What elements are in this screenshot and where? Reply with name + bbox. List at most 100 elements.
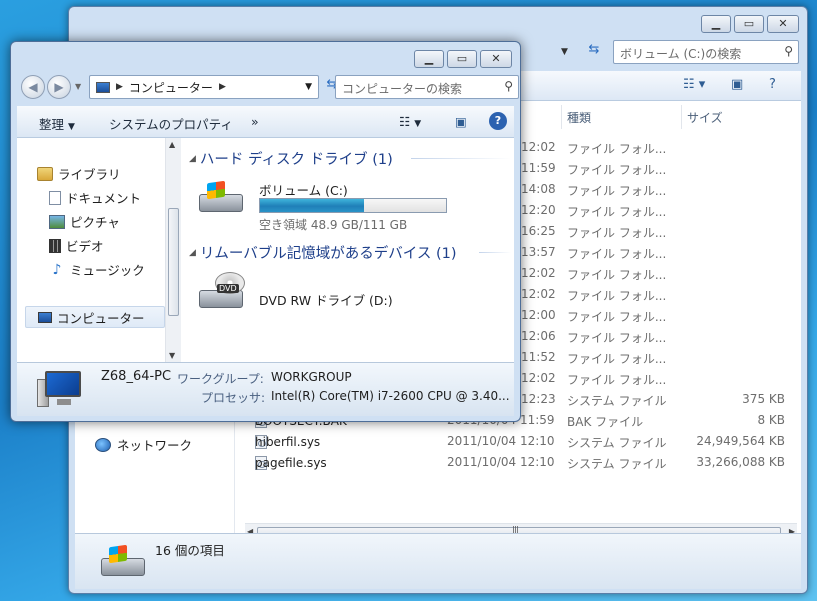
group-removable-storage[interactable]: ◢ リムーバブル記憶域があるデバイス (1) bbox=[189, 242, 457, 263]
computer-icon bbox=[96, 81, 110, 93]
nav-item-libraries[interactable]: ライブラリ bbox=[37, 164, 121, 183]
content-area: ライブラリ ドキュメント ピクチャ ビデオ ♪ ミュージック コンピューター ▲… bbox=[17, 138, 514, 362]
search-input[interactable]: コンピューターの検索 ⚲ bbox=[335, 75, 519, 99]
chevron-down-icon[interactable]: ▼ bbox=[305, 82, 312, 92]
window-controls: ▁ ▭ ✕ bbox=[414, 50, 512, 68]
file-row[interactable]: pagefile.sys 2011/10/04 12:10 システム ファイル 33,… bbox=[235, 452, 795, 473]
maximize-button[interactable]: ▭ bbox=[447, 50, 477, 68]
file-name: pagefile.sys bbox=[255, 456, 327, 470]
file-type: ファイル フォル... bbox=[567, 142, 667, 156]
file-date: 2011/10/04 12:10 bbox=[447, 455, 555, 469]
chevron-right-icon[interactable]: ▶ bbox=[219, 82, 226, 92]
group-title: リムーバブル記憶域があるデバイス (1) bbox=[199, 246, 457, 262]
search-placeholder: ボリューム (C:)の検索 bbox=[620, 47, 742, 61]
forward-button[interactable]: ▶ bbox=[47, 75, 71, 99]
file-type: システム ファイル bbox=[567, 457, 667, 471]
file-size: 8 KB bbox=[757, 413, 785, 427]
music-icon: ♪ bbox=[52, 261, 62, 278]
drive-free-space: 空き領域 48.9 GB/111 GB bbox=[259, 218, 408, 232]
file-date: 12:20 bbox=[521, 203, 556, 217]
nav-item-network[interactable]: ネットワーク bbox=[95, 435, 192, 454]
file-date: 13:57 bbox=[521, 245, 556, 259]
recent-pages-icon[interactable]: ▼ bbox=[75, 82, 81, 91]
maximize-button[interactable]: ▭ bbox=[734, 15, 764, 33]
file-date: 12:00 bbox=[521, 308, 556, 322]
computer-icon bbox=[38, 311, 52, 323]
address-bar[interactable]: ▶ コンピューター ▶ ▼ bbox=[89, 75, 319, 99]
chevron-down-icon: ▼ bbox=[68, 122, 75, 132]
group-hard-disk-drives[interactable]: ◢ ハード ディスク ドライブ (1) bbox=[189, 148, 393, 169]
column-separator[interactable] bbox=[681, 105, 682, 129]
scroll-down-icon[interactable]: ▼ bbox=[169, 351, 175, 360]
details-pane: 16 個の項目 bbox=[75, 533, 801, 589]
workgroup-value: WORKGROUP bbox=[271, 370, 352, 384]
minimize-button[interactable]: ▁ bbox=[701, 15, 731, 33]
group-title: ハード ディスク ドライブ (1) bbox=[199, 152, 393, 168]
breadcrumb-computer[interactable]: コンピューター bbox=[129, 79, 213, 96]
column-header-type[interactable]: 種類 bbox=[567, 109, 591, 126]
processor-label: プロセッサ: bbox=[201, 391, 266, 405]
file-date: 12:02 bbox=[521, 266, 556, 280]
address-dropdown-icon[interactable]: ▼ bbox=[561, 47, 568, 57]
windows-flag-icon bbox=[109, 544, 127, 564]
nav-item-label: ライブラリ bbox=[58, 167, 121, 182]
help-icon[interactable]: ? bbox=[489, 112, 507, 130]
back-window-controls: ▁ ▭ ✕ bbox=[701, 15, 799, 33]
back-button[interactable]: ◀ bbox=[21, 75, 45, 99]
column-separator[interactable] bbox=[561, 105, 562, 129]
file-type: BAK ファイル bbox=[567, 415, 644, 429]
nav-item-label: ネットワーク bbox=[117, 438, 193, 453]
organize-button[interactable]: 整理 ▼ bbox=[39, 114, 75, 133]
scroll-up-icon[interactable]: ▲ bbox=[169, 140, 175, 149]
more-commands-button[interactable]: » bbox=[251, 114, 259, 129]
network-icon bbox=[95, 437, 111, 452]
scrollbar-thumb[interactable] bbox=[168, 208, 179, 316]
close-icon: ✕ bbox=[491, 52, 501, 65]
system-properties-button[interactable]: システムのプロパティ bbox=[109, 114, 233, 133]
preview-pane-icon[interactable]: ▣ bbox=[455, 114, 467, 129]
videos-icon bbox=[49, 238, 61, 253]
preview-pane-icon[interactable]: ▣ bbox=[731, 77, 743, 92]
refresh-button[interactable]: ⇆ bbox=[583, 42, 605, 62]
file-type: ファイル フォル... bbox=[567, 163, 667, 177]
monitor-shape bbox=[45, 371, 81, 397]
minimize-button[interactable]: ▁ bbox=[414, 50, 444, 68]
file-type: ファイル フォル... bbox=[567, 247, 667, 261]
dvd-drive-icon: DVD bbox=[197, 272, 245, 308]
close-button[interactable]: ✕ bbox=[767, 15, 799, 33]
file-date: 12:06 bbox=[521, 329, 556, 343]
search-icon: ⚲ bbox=[504, 79, 513, 93]
file-size: 375 KB bbox=[742, 392, 785, 406]
help-icon[interactable]: ? bbox=[769, 77, 776, 92]
nav-item-computer[interactable]: コンピューター bbox=[25, 306, 165, 328]
nav-item-documents[interactable]: ドキュメント bbox=[49, 188, 141, 207]
file-name: hiberfil.sys bbox=[255, 435, 321, 449]
column-header-size[interactable]: サイズ bbox=[687, 109, 723, 126]
group-divider bbox=[411, 158, 511, 159]
group-divider bbox=[479, 252, 511, 253]
organize-label: 整理 bbox=[39, 117, 65, 132]
hard-drive-icon bbox=[197, 180, 245, 214]
file-type: ファイル フォル... bbox=[567, 310, 667, 324]
view-options-icon[interactable]: ☷ ▼ bbox=[399, 114, 421, 129]
nav-item-pictures[interactable]: ピクチャ bbox=[49, 212, 120, 231]
vertical-scrollbar[interactable]: ▲ ▼ bbox=[165, 138, 181, 362]
file-row[interactable]: hiberfil.sys 2011/10/04 12:10 システム ファイル 24,… bbox=[235, 431, 795, 452]
drive-usage-bar bbox=[259, 198, 447, 213]
nav-item-label: ドキュメント bbox=[66, 191, 142, 206]
search-input[interactable]: ボリューム (C:)の検索 ⚲ bbox=[613, 40, 799, 64]
file-date: 11:59 bbox=[521, 161, 556, 175]
collapse-icon[interactable]: ◢ bbox=[189, 248, 196, 258]
nav-item-music[interactable]: ♪ ミュージック bbox=[49, 260, 145, 279]
library-icon bbox=[37, 166, 53, 181]
chevron-right-icon[interactable]: ▶ bbox=[116, 82, 123, 92]
close-button[interactable]: ✕ bbox=[480, 50, 512, 68]
forward-arrow-icon: ▶ bbox=[54, 80, 64, 94]
nav-item-label: ミュージック bbox=[70, 263, 145, 278]
view-options-icon[interactable]: ☷ ▾ bbox=[683, 77, 705, 92]
computer-window[interactable]: ▁ ▭ ✕ ◀ ▶ ▼ ▶ コンピューター ▶ ▼ ⇆ コンピューターの検索 ⚲… bbox=[10, 41, 521, 422]
nav-item-videos[interactable]: ビデオ bbox=[49, 236, 104, 255]
collapse-icon[interactable]: ◢ bbox=[189, 154, 196, 164]
stand-shape bbox=[57, 399, 71, 405]
file-date: 12:02 bbox=[521, 287, 556, 301]
